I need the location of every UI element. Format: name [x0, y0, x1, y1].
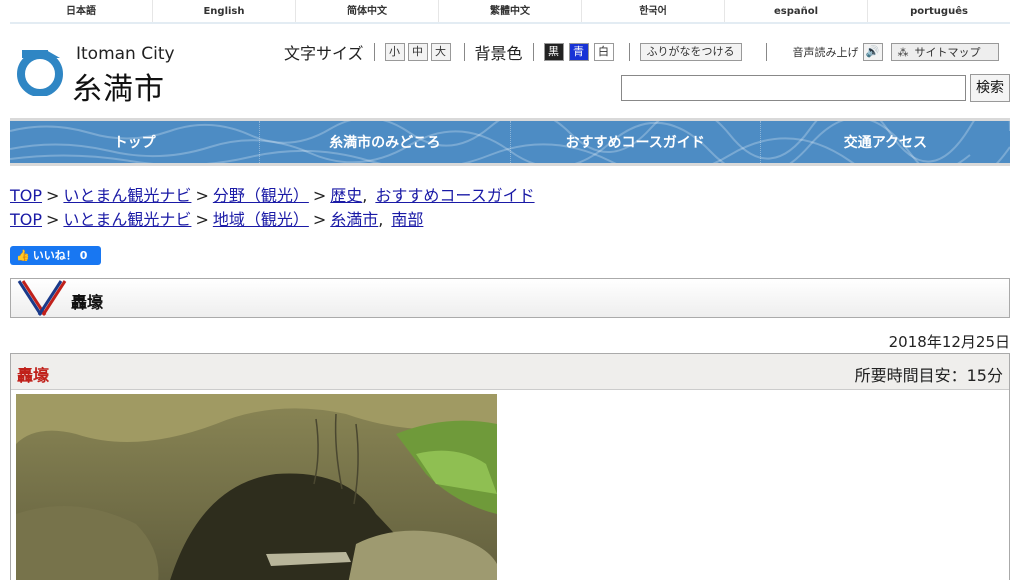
- search-input[interactable]: [621, 75, 966, 101]
- sitemap-button[interactable]: ⁂ サイトマップ: [890, 43, 999, 61]
- page-title-box: 轟壕: [10, 278, 1010, 318]
- voice-label: 音声読み上げ: [792, 46, 859, 59]
- lang-japanese[interactable]: 日本語: [10, 0, 153, 22]
- crumb-course-guide[interactable]: おすすめコースガイド: [375, 186, 534, 205]
- crumb-region[interactable]: 地域（観光）: [213, 210, 309, 229]
- nav-access[interactable]: 交通アクセス: [761, 121, 1010, 163]
- crumb-itoman[interactable]: 糸満市: [330, 210, 378, 229]
- nav-highlights[interactable]: 糸満市のみどころ: [260, 121, 511, 163]
- article-duration: 所要時間目安：15分: [854, 366, 1003, 385]
- article-name: 轟壕: [17, 366, 50, 385]
- font-small-button[interactable]: 小: [384, 43, 405, 61]
- lang-spanish[interactable]: español: [725, 0, 868, 22]
- crumb-south[interactable]: 南部: [391, 210, 423, 229]
- sitemap-icon: ⁂: [897, 45, 909, 59]
- bg-white-button[interactable]: 白: [593, 43, 614, 61]
- speaker-icon[interactable]: 🔊: [862, 43, 883, 61]
- voice-reader: 音声読み上げ 🔊: [793, 43, 883, 61]
- crumb-top[interactable]: TOP: [10, 186, 42, 205]
- logo-japanese-name: 糸満市: [72, 72, 165, 107]
- bg-color-label: 背景色: [474, 44, 523, 63]
- language-bar: 日本語 English 简体中文 繁體中文 한국어 español portug…: [10, 0, 1010, 24]
- crumb-navi[interactable]: いとまん観光ナビ: [63, 210, 191, 229]
- crumb-top[interactable]: TOP: [10, 210, 42, 229]
- divider: [628, 43, 630, 61]
- search-button[interactable]: 検索: [970, 74, 1010, 102]
- utility-bar: 文字サイズ 小 中 大 背景色 黒 青 白 ふりがなをつける 音声読み上げ 🔊 …: [284, 40, 999, 64]
- font-medium-button[interactable]: 中: [407, 43, 428, 61]
- publish-date: 2018年12月25日: [888, 333, 1010, 351]
- like-label: いいね！: [32, 249, 77, 262]
- crumb-navi[interactable]: いとまん観光ナビ: [63, 186, 191, 205]
- breadcrumb-row: TOP > いとまん観光ナビ > 地域（観光） > 糸満市, 南部: [10, 210, 424, 229]
- thumbs-up-icon: 👍: [16, 249, 30, 262]
- lang-traditional-chinese[interactable]: 繁體中文: [439, 0, 582, 22]
- breadcrumb: TOP > いとまん観光ナビ > 分野（観光） > 歴史, おすすめコースガイド TOP > いと…: [10, 184, 535, 232]
- divider: [765, 43, 767, 61]
- font-size-label: 文字サイズ: [284, 44, 364, 63]
- minsa-pattern-icon: [17, 280, 67, 316]
- nav-top[interactable]: トップ: [10, 121, 261, 163]
- font-large-button[interactable]: 大: [430, 43, 451, 61]
- divider: [373, 43, 375, 61]
- sitemap-label: サイトマップ: [914, 46, 981, 59]
- lang-portuguese[interactable]: português: [868, 0, 1010, 22]
- furigana-button[interactable]: ふりがなをつける: [639, 43, 742, 61]
- facebook-like-button[interactable]: 👍 いいね！ 0: [10, 246, 101, 265]
- logo-english-name: Itoman City: [76, 44, 175, 64]
- lang-english[interactable]: English: [153, 0, 296, 22]
- bg-blue-button[interactable]: 青: [568, 43, 589, 61]
- nav-course-guide[interactable]: おすすめコースガイド: [511, 121, 761, 163]
- cave-photo: [16, 394, 497, 580]
- lang-simplified-chinese[interactable]: 简体中文: [296, 0, 439, 22]
- like-count: 0: [79, 249, 88, 262]
- city-emblem-icon: [17, 50, 63, 96]
- crumb-history[interactable]: 歴史: [330, 186, 362, 205]
- divider: [463, 43, 465, 61]
- page-title: 轟壕: [71, 293, 104, 312]
- bg-black-button[interactable]: 黒: [543, 43, 564, 61]
- article-panel: 轟壕 所要時間目安：15分: [10, 353, 1010, 580]
- article-header: 轟壕 所要時間目安：15分: [11, 354, 1009, 390]
- site-logo[interactable]: Itoman City 糸満市: [14, 44, 184, 107]
- main-nav: トップ 糸満市のみどころ おすすめコースガイド 交通アクセス: [10, 118, 1010, 166]
- divider: [532, 43, 534, 61]
- breadcrumb-row: TOP > いとまん観光ナビ > 分野（観光） > 歴史, おすすめコースガイド: [10, 186, 535, 205]
- lang-korean[interactable]: 한국어: [582, 0, 725, 22]
- crumb-category[interactable]: 分野（観光）: [213, 186, 309, 205]
